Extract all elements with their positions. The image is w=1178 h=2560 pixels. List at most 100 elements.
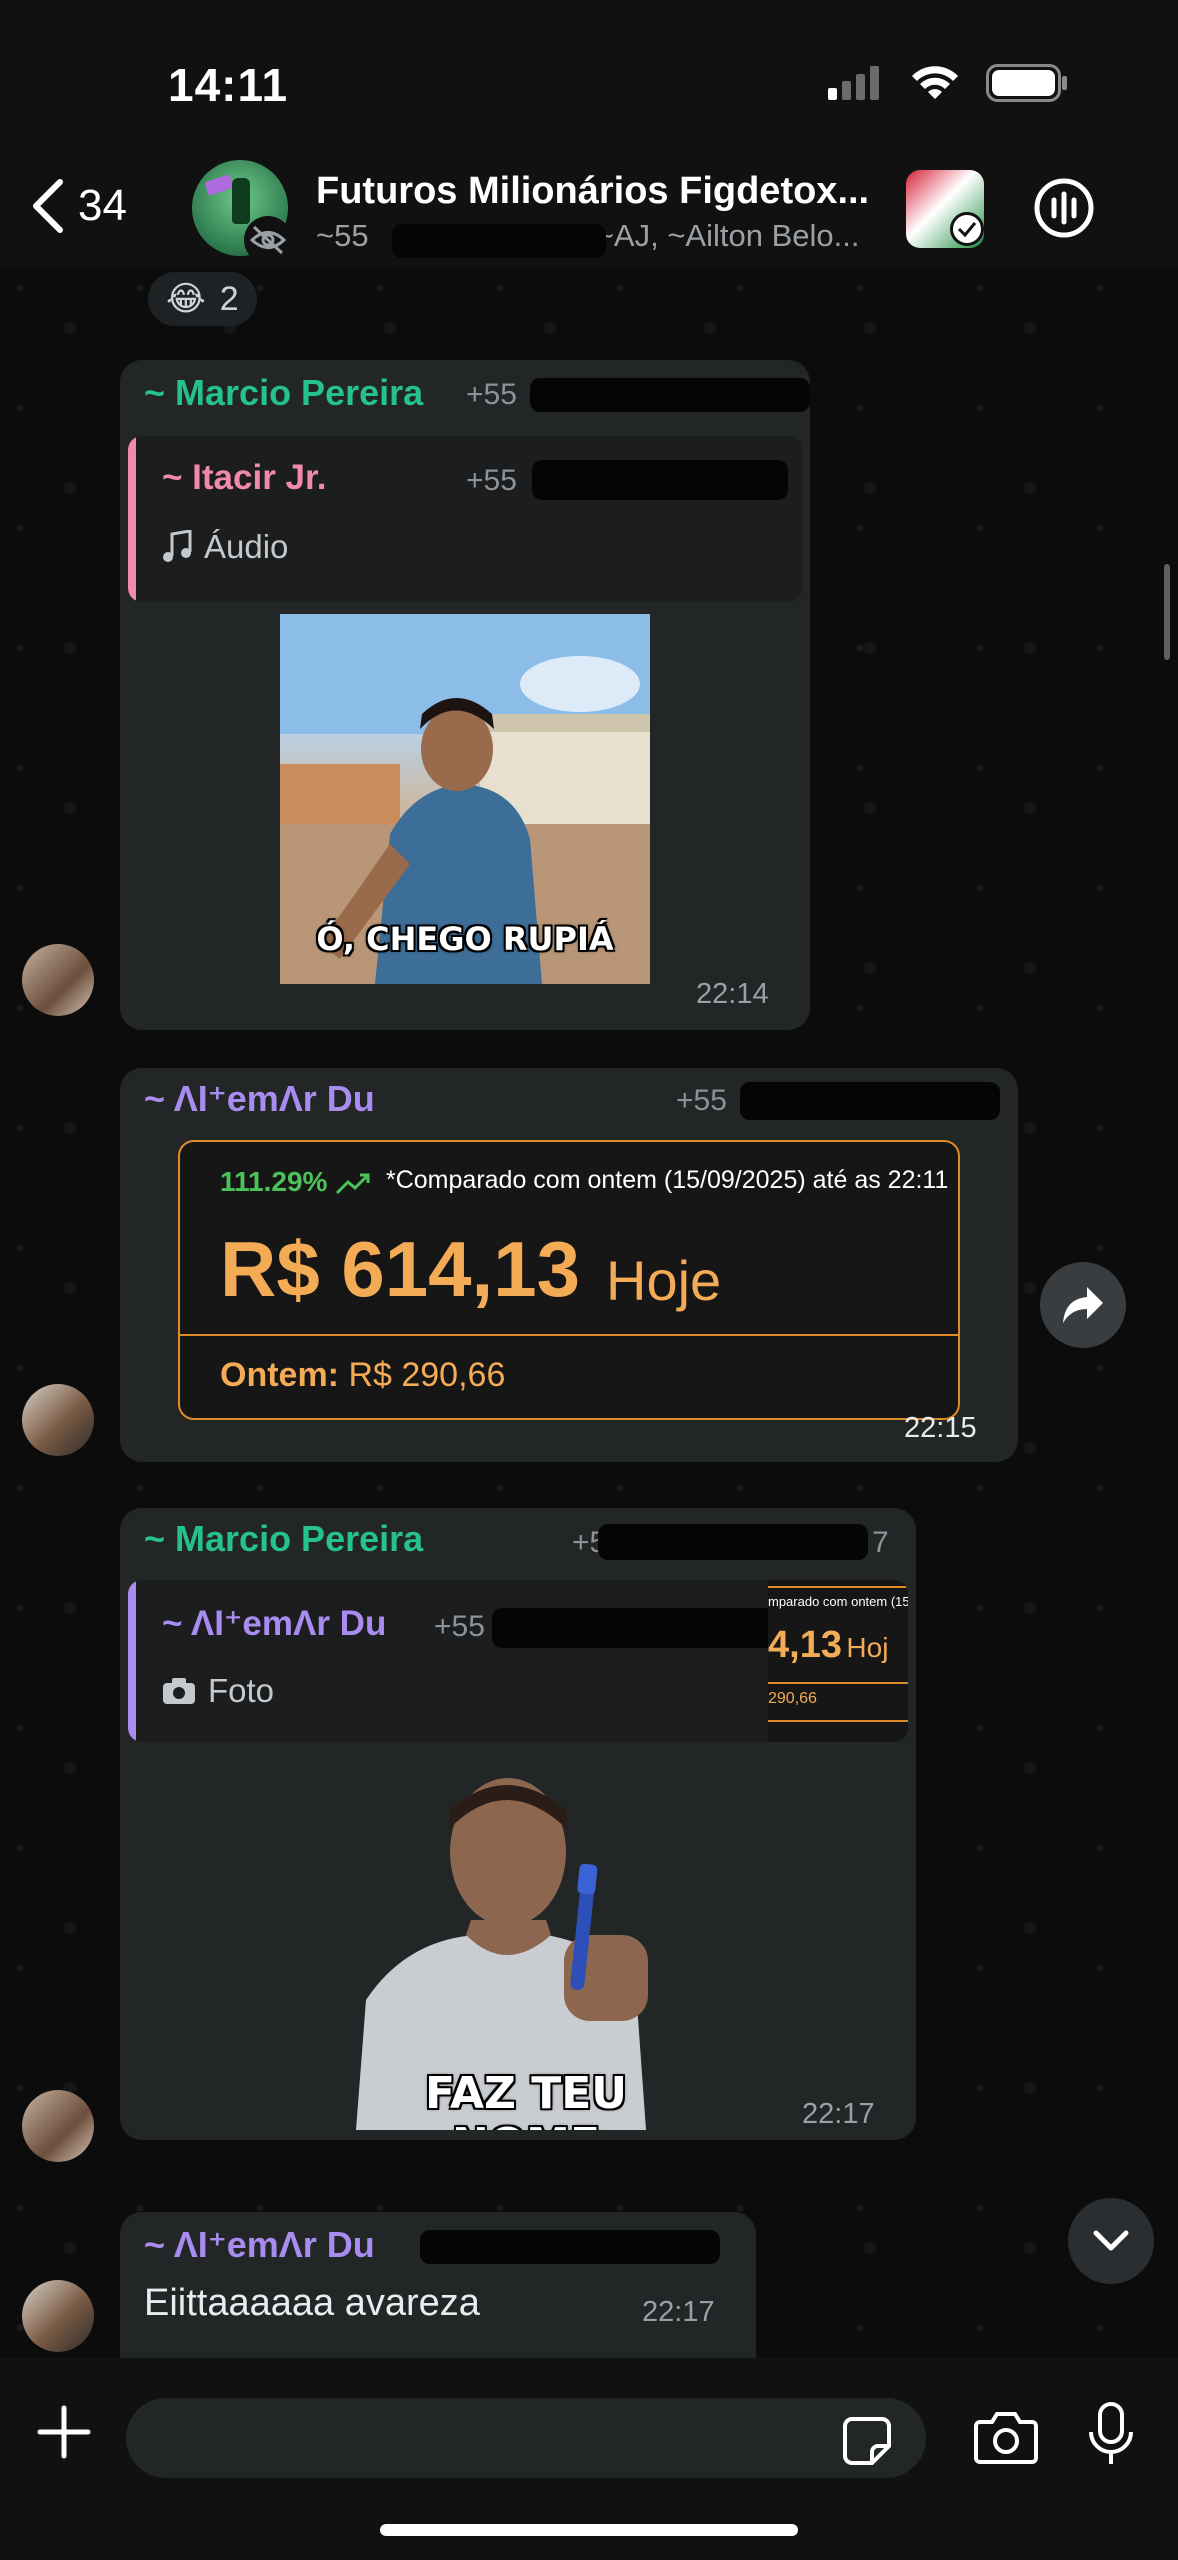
voice-chat-button[interactable]: [1032, 176, 1096, 245]
check-icon: [950, 212, 984, 246]
quote-bar: [128, 436, 136, 602]
thumb-comparison: mparado com ontem (15: [768, 1594, 908, 1609]
avatar[interactable]: [22, 944, 94, 1016]
reaction-emoji: 😂: [166, 280, 206, 318]
avatar[interactable]: [22, 2090, 94, 2162]
yesterday-row: Ontem: R$ 290,66: [220, 1356, 505, 1395]
message-time: 22:17: [802, 2098, 875, 2130]
scrollbar[interactable]: [1164, 564, 1170, 660]
members-prefix: ~55: [316, 218, 369, 253]
quote-sender: ~ ΛI⁺emΛr Du: [162, 1604, 387, 1643]
status-time: 14:11: [168, 59, 289, 111]
camera-icon: [163, 1678, 195, 1704]
sender-name[interactable]: ~ Marcio Pereira: [144, 372, 423, 414]
yesterday-value: R$ 290,66: [348, 1356, 506, 1394]
avatar-bottle-shape: [232, 178, 250, 224]
quote-phone: +55: [434, 1610, 485, 1643]
message-text: Eiittaaaaaa avareza: [144, 2282, 480, 2324]
comparison-note: *Comparado com ontem (15/09/2025) até as…: [386, 1166, 949, 1194]
music-note-icon: [163, 530, 192, 562]
redacted-phone: [598, 1524, 868, 1560]
sticker-image[interactable]: FAZ TEU NOME: [346, 1760, 706, 2130]
thumb-yesterday: 290,66: [768, 1690, 817, 1707]
chevron-down-icon: [1093, 2230, 1129, 2251]
sender-name[interactable]: ~ Marcio Pereira: [144, 1518, 423, 1560]
chat-header: 34 Futuros Milionários Figdetox... ~55 , …: [0, 150, 1178, 268]
quote-kind-label: Áudio: [204, 528, 289, 565]
sender-phone: +55: [676, 1084, 727, 1117]
plus-icon: [37, 2405, 91, 2459]
message-bubble[interactable]: ~ ΛI⁺emΛr Du Eiittaaaaaa avareza 22:17: [120, 2212, 756, 2358]
message-input[interactable]: [126, 2398, 926, 2478]
camera-button[interactable]: [974, 2410, 1038, 2469]
quote-phone: +55: [466, 464, 517, 497]
quote-bar: [128, 1580, 136, 1742]
sender-phone-end: 7: [872, 1526, 889, 1559]
trend-up-icon: [336, 1173, 370, 1194]
redacted-phone: [392, 224, 606, 258]
redacted-phone: [532, 460, 788, 500]
hidden-eye-icon: [244, 216, 292, 264]
microphone-button[interactable]: [1088, 2402, 1134, 2473]
thumb-amount: 4,13 Hoj: [768, 1624, 889, 1666]
sticker-icon: [843, 2417, 891, 2465]
yesterday-label: Ontem:: [220, 1356, 339, 1394]
chat-area[interactable]: 😂 2 ~ Marcio Pereira +55 ~ Itacir Jr. +5…: [0, 268, 1178, 2358]
quoted-message[interactable]: ~ Itacir Jr. +55 Áudio: [128, 436, 802, 602]
avatar-label-shape: [204, 174, 234, 196]
attach-button[interactable]: [36, 2404, 92, 2465]
thumb-divider: [768, 1682, 908, 1684]
sender-phone: +55: [466, 378, 517, 411]
today-label: Hoje: [606, 1249, 722, 1312]
status-bar: 14:11: [0, 0, 1178, 150]
group-title[interactable]: Futuros Milionários Figdetox...: [316, 170, 869, 213]
percent-value: 111.29%: [220, 1166, 328, 1197]
battery-icon: [986, 64, 1067, 102]
avatar[interactable]: [22, 2280, 94, 2352]
quote-sender: ~ Itacir Jr.: [162, 458, 327, 497]
sender-name[interactable]: ~ ΛI⁺emΛr Du: [144, 1078, 375, 1120]
forward-button[interactable]: [1040, 1262, 1126, 1348]
sticker-image[interactable]: Ó, CHEGO RUPIÁ: [280, 614, 650, 984]
camera-icon: [974, 2412, 1038, 2464]
sticker-caption: Ó, CHEGO RUPIÁ: [316, 920, 614, 958]
message-bubble[interactable]: ~ Marcio Pereira +55 ~ Itacir Jr. +55 Áu…: [120, 360, 810, 1030]
members-suffix: , ~AJ, ~Ailton Belo...: [578, 218, 860, 253]
percent-change: 111.29%: [220, 1166, 371, 1198]
redacted-phone: [740, 1082, 1000, 1120]
status-icons: [828, 64, 1068, 102]
message-bubble[interactable]: ~ Marcio Pereira +55 7 ~ ΛI⁺emΛr Du +55 …: [120, 1508, 916, 2140]
sticker-caption: FAZ TEU NOME: [424, 2068, 628, 2130]
reaction-count: 2: [219, 279, 239, 318]
message-time: 22:14: [696, 978, 769, 1010]
reaction-chip[interactable]: 😂 2: [148, 272, 257, 326]
home-indicator[interactable]: [380, 2524, 798, 2536]
thumb-top-line: [768, 1586, 908, 1588]
forward-arrow-icon: [1063, 1287, 1103, 1323]
earnings-card[interactable]: 111.29% *Comparado com ontem (15/09/2025…: [178, 1140, 960, 1420]
sticker-button[interactable]: [842, 2416, 892, 2471]
sender-name[interactable]: ~ ΛI⁺emΛr Du: [144, 2224, 375, 2266]
earnings-amount: R$ 614,13: [220, 1225, 580, 1313]
quoted-message[interactable]: ~ ΛI⁺emΛr Du +55 Foto mparado com ontem …: [128, 1580, 908, 1742]
back-button[interactable]: 34: [30, 178, 127, 234]
redacted-phone: [530, 378, 810, 412]
composer-bar: [0, 2358, 1178, 2560]
chevron-left-icon: [33, 179, 63, 233]
thumb-bottom-line: [768, 1720, 908, 1722]
voice-chat-icon: [1034, 178, 1094, 238]
wifi-icon: [912, 66, 958, 99]
message-time: 22:17: [642, 2296, 715, 2328]
quote-kind-label: Foto: [208, 1672, 275, 1709]
redacted-phone: [492, 1608, 792, 1648]
message-bubble[interactable]: ~ ΛI⁺emΛr Du +55 111.29% *Comparado com …: [120, 1068, 1018, 1462]
avatar[interactable]: [22, 1384, 94, 1456]
quote-kind: Áudio: [162, 528, 288, 566]
quote-thumbnail: mparado com ontem (15 4,13 Hoj 290,66: [768, 1580, 908, 1742]
quote-kind: Foto: [162, 1672, 274, 1710]
cellular-signal-icon: [828, 66, 879, 100]
unread-count: 34: [78, 181, 127, 230]
card-divider: [180, 1334, 958, 1336]
scroll-to-bottom-button[interactable]: [1068, 2198, 1154, 2284]
microphone-icon: [1089, 2402, 1133, 2464]
